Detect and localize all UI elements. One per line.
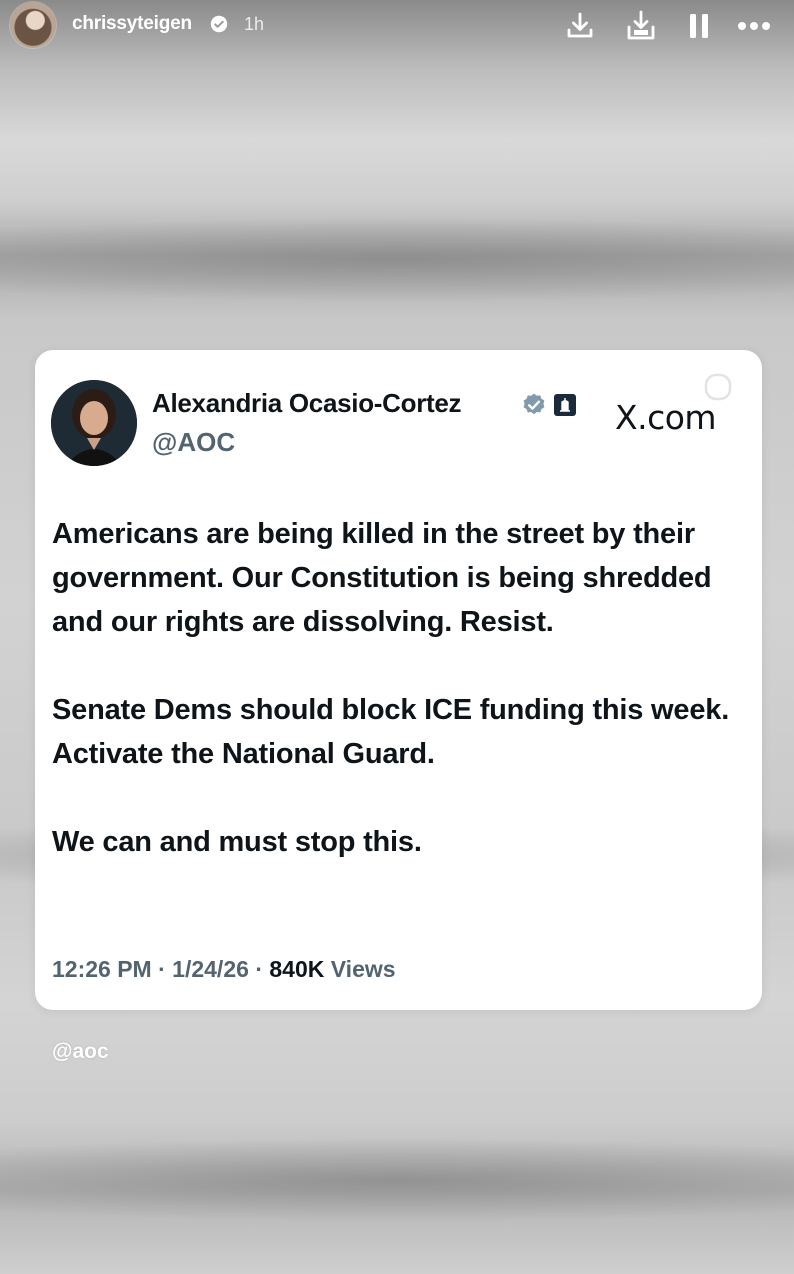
separator: · bbox=[255, 956, 263, 982]
source-label: X.com bbox=[615, 398, 717, 437]
more-icon[interactable] bbox=[737, 9, 771, 43]
story-avatar[interactable] bbox=[10, 2, 56, 48]
views-label: Views bbox=[330, 956, 396, 982]
verified-badge-icon bbox=[210, 15, 228, 33]
tweet-date[interactable]: 1/24/26 bbox=[172, 956, 249, 982]
tweet-paragraph: Senate Dems should block ICE funding thi… bbox=[52, 694, 730, 770]
verified-badge-icon bbox=[523, 393, 545, 415]
government-badge-icon bbox=[554, 394, 576, 416]
story-header: chrissyteigen 1h bbox=[0, 0, 794, 52]
download-icon[interactable] bbox=[563, 9, 597, 43]
story-username[interactable]: chrissyteigen bbox=[72, 13, 192, 35]
tweet-paragraph: Americans are being killed in the street… bbox=[52, 518, 712, 638]
story-time-ago: 1h bbox=[244, 14, 265, 34]
tweet-text: Americans are being killed in the street… bbox=[52, 512, 752, 864]
save-icon[interactable] bbox=[624, 9, 658, 43]
separator: · bbox=[158, 956, 166, 982]
tweet-author-handle[interactable]: @AOC bbox=[152, 427, 235, 458]
tweet-time[interactable]: 12:26 PM bbox=[52, 956, 152, 982]
mention-sticker[interactable]: @aoc bbox=[52, 1040, 109, 1064]
tweet-paragraph: We can and must stop this. bbox=[52, 826, 422, 858]
views-count: 840K bbox=[269, 956, 325, 982]
tweet-card[interactable]: Alexandria Ocasio-Cortez @AOC X.com Amer… bbox=[35, 350, 762, 1010]
tweet-metadata: 12:26 PM · 1/24/26 · 840K Views bbox=[52, 956, 396, 983]
tweet-author-name[interactable]: Alexandria Ocasio-Cortez bbox=[152, 388, 462, 419]
tweet-author-avatar bbox=[51, 380, 137, 466]
sticker-outline-icon bbox=[704, 373, 732, 401]
pause-icon[interactable] bbox=[682, 9, 716, 43]
